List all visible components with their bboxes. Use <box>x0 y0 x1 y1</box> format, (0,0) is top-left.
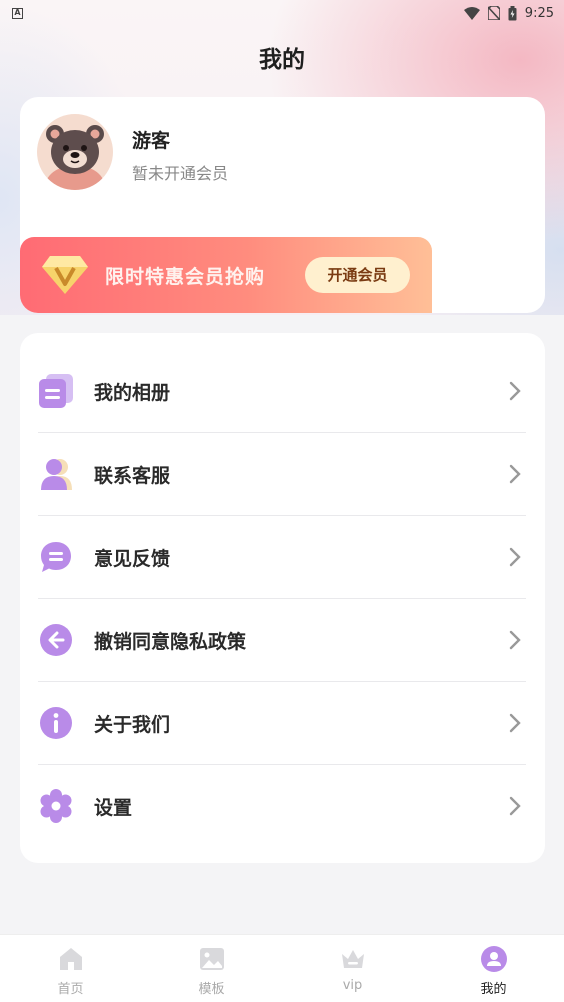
album-icon <box>39 374 73 408</box>
status-bar: A 9:25 <box>0 0 564 26</box>
bottom-tab-bar: 首页 模板 vip 我的 <box>0 934 564 1002</box>
menu-item-revoke-privacy[interactable]: 撤销同意隐私政策 <box>38 599 526 681</box>
tab-template[interactable]: 模板 <box>141 935 282 1002</box>
home-icon <box>59 948 82 970</box>
tab-label: 我的 <box>480 982 507 997</box>
menu-item-album[interactable]: 我的相册 <box>38 350 526 432</box>
chevron-right-icon <box>509 713 521 733</box>
membership-status: 暂未开通会员 <box>132 164 229 183</box>
revoke-icon <box>40 624 72 656</box>
chevron-right-icon <box>509 547 521 567</box>
menu-card: 我的相册 联系客服 意见反馈 撤销同意隐私政策 关于我们 设置 <box>20 333 545 863</box>
tab-label: 模板 <box>198 982 225 997</box>
tab-mine[interactable]: 我的 <box>423 935 564 1002</box>
menu-item-label: 关于我们 <box>94 713 171 736</box>
wifi-icon <box>463 6 480 20</box>
feedback-icon <box>41 542 71 572</box>
chevron-right-icon <box>509 796 521 816</box>
user-name: 游客 <box>132 130 171 152</box>
customer-service-icon <box>41 459 72 490</box>
menu-item-label: 意见反馈 <box>94 547 171 570</box>
chevron-right-icon <box>509 381 521 401</box>
tab-label: vip <box>342 978 363 993</box>
menu-item-customer-service[interactable]: 联系客服 <box>38 433 526 515</box>
status-time: 9:25 <box>524 5 554 21</box>
menu-item-label: 我的相册 <box>94 381 171 404</box>
vip-promo-banner[interactable]: 限时特惠会员抢购 开通会员 <box>20 237 432 313</box>
template-icon <box>199 948 224 970</box>
menu-item-label: 联系客服 <box>94 464 171 487</box>
menu-item-settings[interactable]: 设置 <box>38 765 526 847</box>
no-sim-icon <box>487 6 500 20</box>
battery-icon <box>508 5 517 20</box>
profile-icon <box>480 946 507 972</box>
open-vip-button[interactable]: 开通会员 <box>305 257 410 293</box>
tab-label: 首页 <box>57 982 84 997</box>
chevron-right-icon <box>509 464 521 484</box>
settings-icon <box>40 789 72 823</box>
page-title: 我的 <box>259 47 305 73</box>
vip-promo-text: 限时特惠会员抢购 <box>105 266 266 288</box>
bear-avatar[interactable] <box>37 114 113 190</box>
menu-item-feedback[interactable]: 意见反馈 <box>38 516 526 598</box>
diamond-vip-icon <box>42 256 88 294</box>
chevron-right-icon <box>509 630 521 650</box>
menu-item-about[interactable]: 关于我们 <box>38 682 526 764</box>
notification-a-icon: A <box>12 7 23 19</box>
menu-item-label: 撤销同意隐私政策 <box>94 630 247 653</box>
tab-vip[interactable]: vip <box>282 935 423 1002</box>
info-icon <box>40 707 72 739</box>
tab-home[interactable]: 首页 <box>0 935 141 1002</box>
crown-icon <box>341 950 364 968</box>
profile-card[interactable]: 游客 暂未开通会员 限时特惠会员抢购 开通会员 <box>20 97 545 313</box>
menu-item-label: 设置 <box>94 796 133 819</box>
